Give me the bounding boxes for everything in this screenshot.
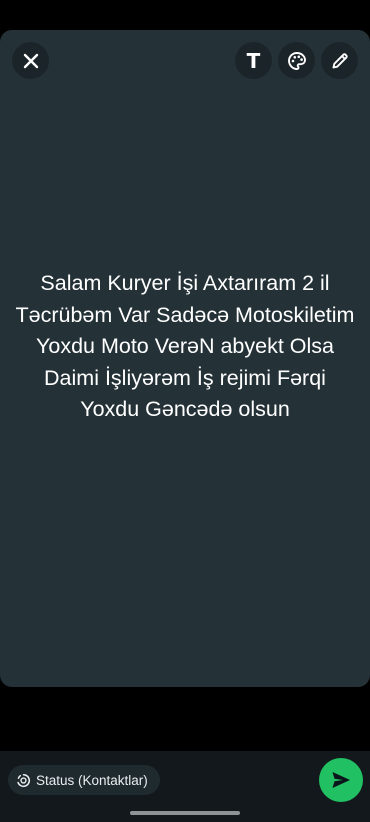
draw-button[interactable] (321, 42, 358, 79)
pencil-icon (332, 52, 348, 68)
send-button[interactable] (319, 758, 363, 802)
text-tool-button[interactable]: T (235, 42, 272, 79)
color-palette-button[interactable] (278, 42, 315, 79)
text-tool-icon: T (246, 48, 261, 73)
status-audience-label: Status (Kontaktlar) (36, 772, 148, 788)
close-button[interactable] (12, 42, 49, 79)
palette-icon (287, 51, 306, 70)
status-privacy-icon (17, 773, 31, 787)
status-text[interactable]: Salam Kuryer İşi Axtarıram 2 il Təcrübəm… (12, 268, 358, 426)
close-icon (23, 53, 38, 68)
status-composer-screen: T Salam Kuryer İşi Axtarıram 2 il Təcrüb… (0, 0, 370, 822)
send-icon (332, 772, 350, 788)
status-audience-selector[interactable]: Status (Kontaktlar) (8, 765, 160, 795)
navigation-handle[interactable] (130, 811, 240, 815)
